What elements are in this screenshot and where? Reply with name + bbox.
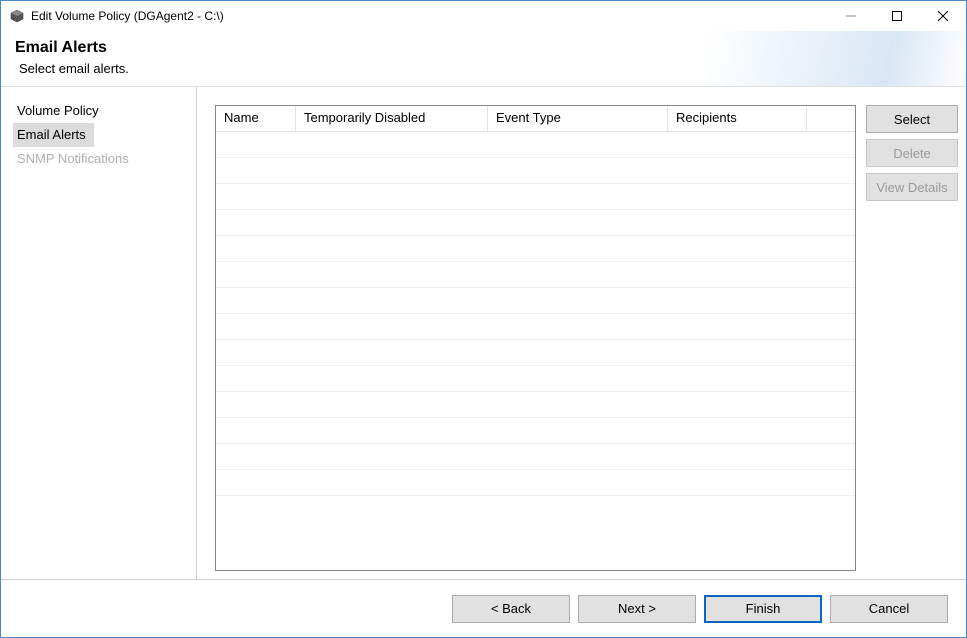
app-icon xyxy=(9,8,25,24)
table-row[interactable] xyxy=(216,470,855,496)
table-row[interactable] xyxy=(216,314,855,340)
table-row[interactable] xyxy=(216,444,855,470)
table-row[interactable] xyxy=(216,132,855,158)
page-heading: Email Alerts xyxy=(15,39,952,57)
finish-button[interactable]: Finish xyxy=(704,595,822,623)
alerts-table[interactable]: Name Temporarily Disabled Event Type Rec… xyxy=(215,105,856,571)
table-row[interactable] xyxy=(216,288,855,314)
column-header-event-type[interactable]: Event Type xyxy=(488,106,668,131)
sidebar-item-email-alerts[interactable]: Email Alerts xyxy=(13,123,94,147)
maximize-button[interactable] xyxy=(874,1,920,31)
column-header-spacer xyxy=(807,106,855,131)
window-title: Edit Volume Policy (DGAgent2 - C:\) xyxy=(31,9,224,23)
title-bar: Edit Volume Policy (DGAgent2 - C:\) xyxy=(1,1,966,31)
back-button[interactable]: < Back xyxy=(452,595,570,623)
column-header-name[interactable]: Name xyxy=(216,106,296,131)
window-controls xyxy=(828,1,966,31)
delete-button: Delete xyxy=(866,139,958,167)
table-row[interactable] xyxy=(216,418,855,444)
table-header-row: Name Temporarily Disabled Event Type Rec… xyxy=(216,106,855,132)
column-header-recipients[interactable]: Recipients xyxy=(668,106,807,131)
table-row[interactable] xyxy=(216,158,855,184)
table-row[interactable] xyxy=(216,184,855,210)
next-button[interactable]: Next > xyxy=(578,595,696,623)
minimize-button[interactable] xyxy=(828,1,874,31)
table-row[interactable] xyxy=(216,340,855,366)
content-area: Volume Policy Email Alerts SNMP Notifica… xyxy=(1,86,966,579)
column-header-temp-disabled[interactable]: Temporarily Disabled xyxy=(296,106,488,131)
table-row[interactable] xyxy=(216,236,855,262)
table-row[interactable] xyxy=(216,262,855,288)
select-button[interactable]: Select xyxy=(866,105,958,133)
page-subtitle: Select email alerts. xyxy=(19,61,952,76)
table-row[interactable] xyxy=(216,392,855,418)
wizard-steps-sidebar: Volume Policy Email Alerts SNMP Notifica… xyxy=(1,87,197,579)
table-row[interactable] xyxy=(216,210,855,236)
side-action-buttons: Select Delete View Details xyxy=(866,105,958,571)
table-body xyxy=(216,132,855,570)
wizard-footer: < Back Next > Finish Cancel xyxy=(1,579,966,637)
cancel-button[interactable]: Cancel xyxy=(830,595,948,623)
close-button[interactable] xyxy=(920,1,966,31)
table-row[interactable] xyxy=(216,366,855,392)
sidebar-item-volume-policy[interactable]: Volume Policy xyxy=(1,99,196,123)
view-details-button: View Details xyxy=(866,173,958,201)
sidebar-item-snmp-notifications: SNMP Notifications xyxy=(1,147,196,171)
dialog-window: Edit Volume Policy (DGAgent2 - C:\) Emai… xyxy=(0,0,967,638)
page-header: Email Alerts Select email alerts. xyxy=(1,31,966,86)
main-pane: Name Temporarily Disabled Event Type Rec… xyxy=(197,87,966,579)
